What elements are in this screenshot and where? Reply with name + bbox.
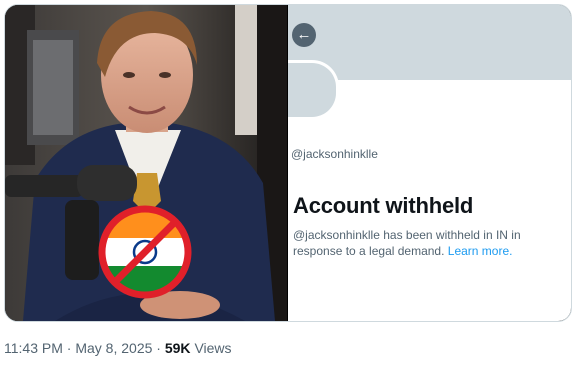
profile-handle: @jacksonhinklle [291, 147, 378, 161]
learn-more-link[interactable]: Learn more. [448, 244, 513, 258]
tweet-media[interactable]: ← @jacksonhinklle Account withheld @jack… [4, 4, 572, 322]
views-count: 59K [164, 340, 191, 356]
post-time[interactable]: 11:43 PM [4, 340, 63, 356]
account-withheld-title: Account withheld [293, 193, 474, 218]
views-label: Views [194, 340, 232, 356]
meta-separator: · [66, 340, 72, 356]
withheld-message: @jacksonhinklle has been withheld in IN … [293, 227, 569, 259]
meta-separator: · [156, 340, 161, 356]
post-meta: 11:43 PM · May 8, 2025 · 59K Views [4, 340, 232, 356]
photo-man-with-banned-flag[interactable] [5, 5, 287, 321]
screenshot-account-withheld: ← @jacksonhinklle Account withheld @jack… [288, 5, 571, 321]
avatar [288, 60, 339, 120]
post-date[interactable]: May 8, 2025 [75, 340, 152, 356]
back-arrow-icon[interactable]: ← [292, 23, 316, 47]
